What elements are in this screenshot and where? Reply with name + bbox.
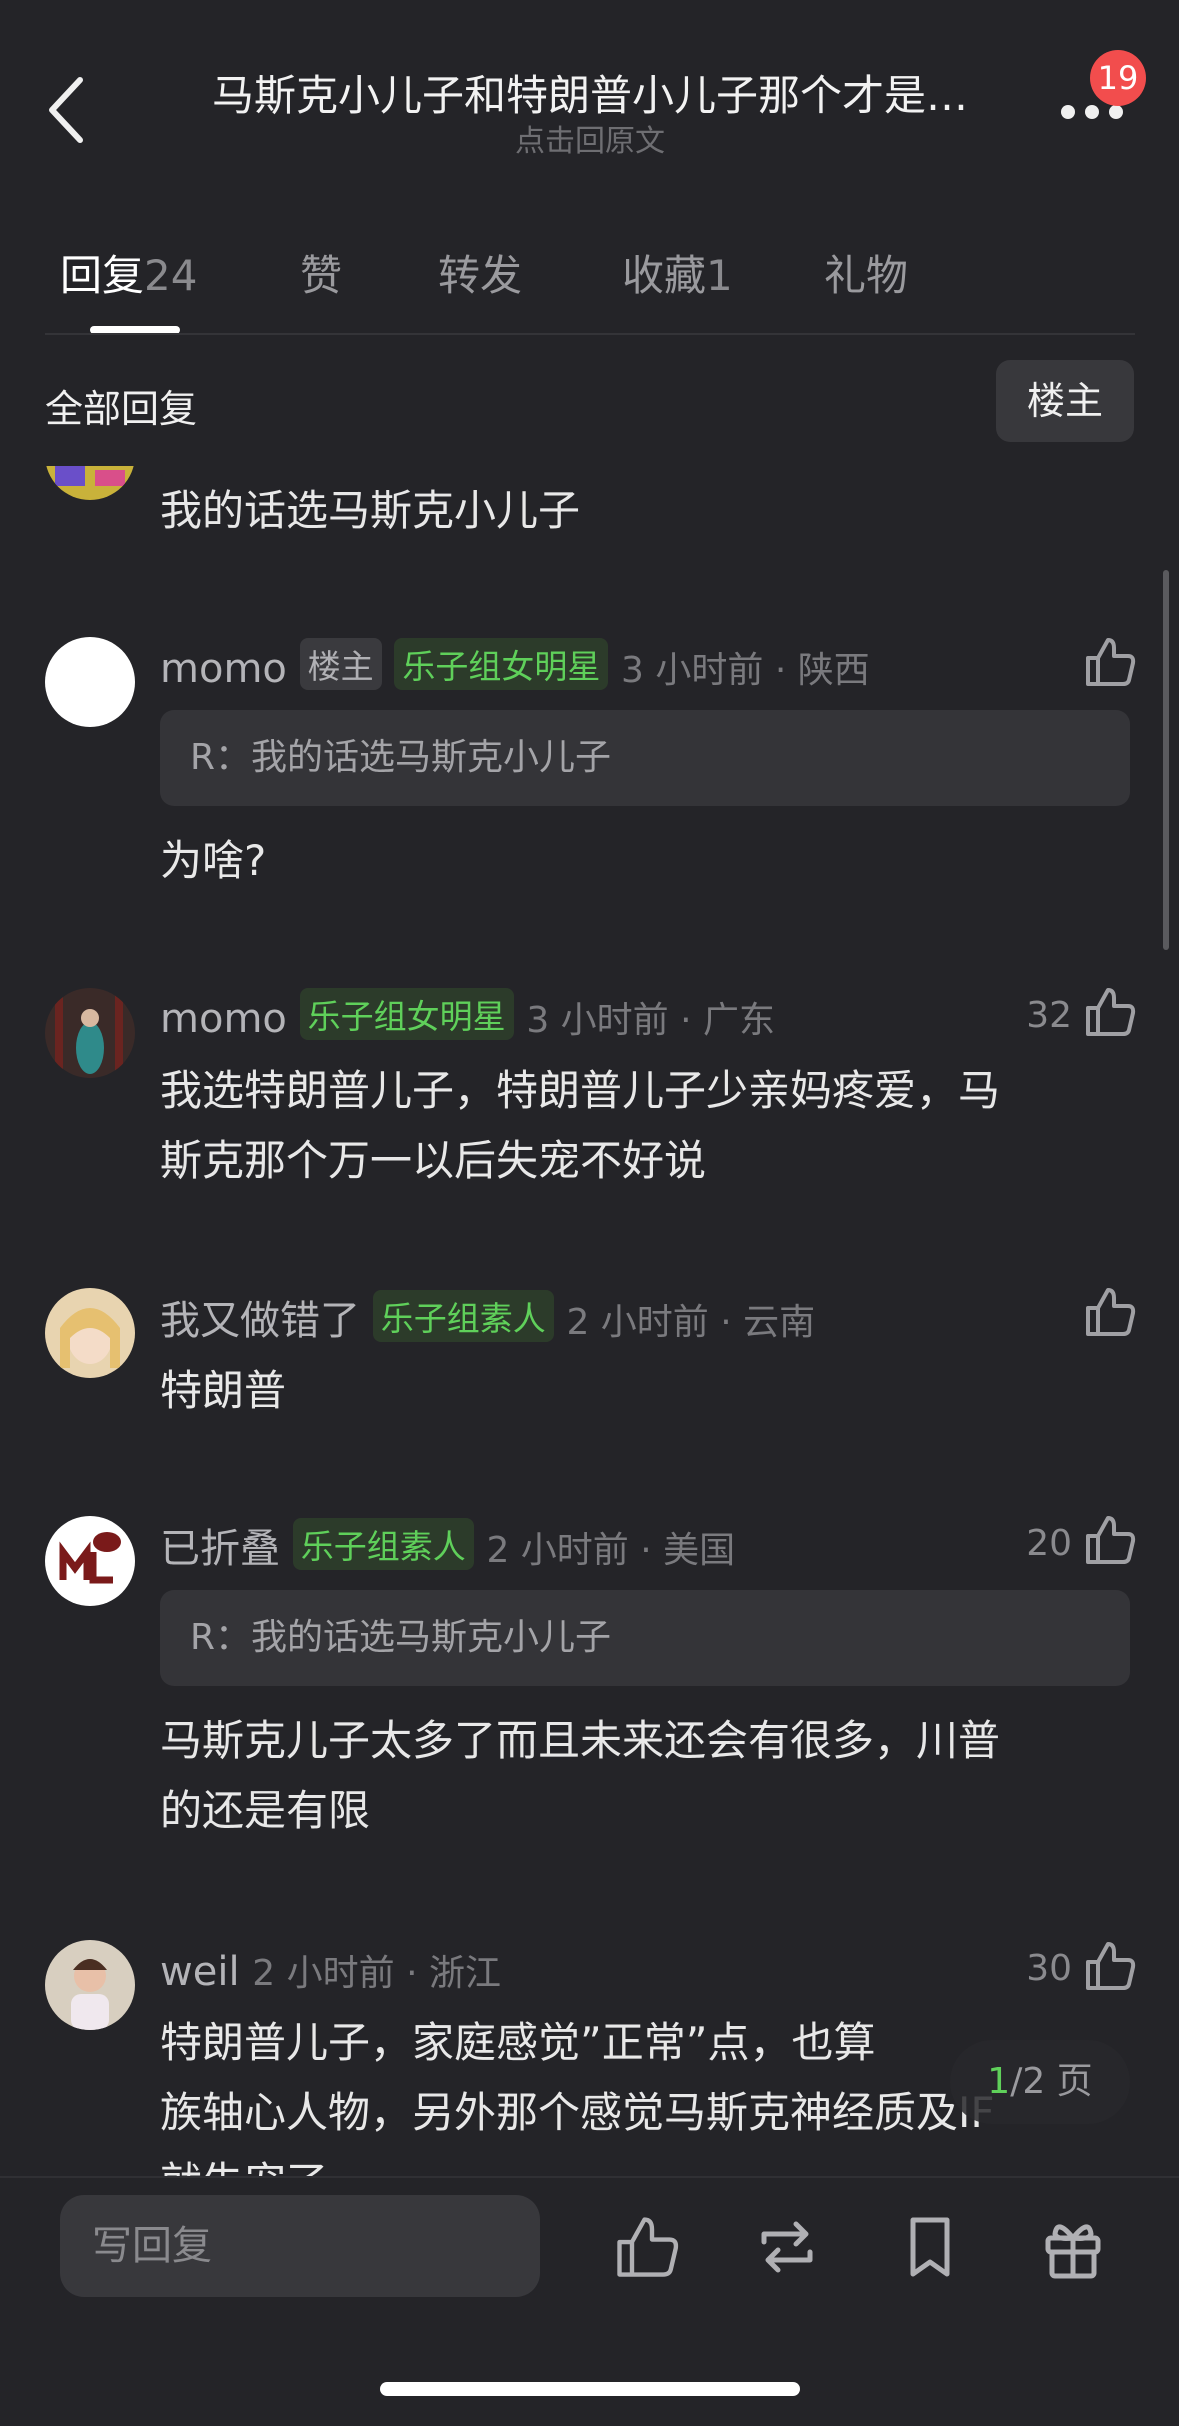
user-tag: 乐子组素人 xyxy=(372,1290,554,1342)
like-count: 30 xyxy=(1026,1948,1072,1989)
avatar[interactable] xyxy=(45,1516,135,1606)
comment-header: 我又做错了 乐子组素人 2 小时前 · 云南 xyxy=(160,1288,815,1346)
repost-icon xyxy=(761,2221,813,2273)
comment-text: 特朗普儿子，家庭感觉”正常”点，也算 xyxy=(160,2018,876,2067)
username[interactable]: momo xyxy=(160,646,287,692)
avatar[interactable] xyxy=(45,1288,135,1378)
username[interactable]: momo xyxy=(160,996,287,1042)
tab-replies[interactable]: 回复24 xyxy=(60,242,197,303)
reply-input[interactable]: 写回复 xyxy=(60,2195,540,2297)
thumbs-up-icon xyxy=(1086,1516,1136,1564)
chevron-left-icon xyxy=(49,77,83,143)
like-button[interactable] xyxy=(1082,1938,1138,1994)
like-button[interactable] xyxy=(1082,1512,1138,1568)
avatar[interactable] xyxy=(45,637,135,727)
thumbs-up-icon xyxy=(617,2217,679,2277)
gift-button[interactable] xyxy=(1038,2212,1108,2282)
username[interactable]: 已折叠 xyxy=(160,1526,280,1572)
comment-text: 我选特朗普儿子，特朗普儿子少亲妈疼爱，马 xyxy=(160,1066,1001,1115)
comment-meta: 2 小时前 · 美国 xyxy=(486,1530,736,1571)
scrollbar[interactable] xyxy=(1163,570,1169,950)
avatar[interactable] xyxy=(45,1940,135,2030)
comment-text: 族轴心人物，另外那个感觉马斯克神经质及IF xyxy=(160,2088,995,2137)
op-badge: 楼主 xyxy=(299,638,382,690)
back-to-original-link[interactable]: 点击回原文 xyxy=(150,116,1030,160)
tab-gifts[interactable]: 礼物 xyxy=(824,242,908,303)
tab-reposts[interactable]: 转发 xyxy=(438,242,522,303)
user-tag: 乐子组女明星 xyxy=(299,988,514,1040)
comment-text: 斯克那个万一以后失宠不好说 xyxy=(160,1136,707,1185)
like-button[interactable] xyxy=(1082,634,1138,690)
like-count: 20 xyxy=(1026,1523,1072,1564)
comment-meta: 3 小时前 · 陕西 xyxy=(621,650,870,691)
quoted-reply[interactable]: R：我的话选马斯克小儿子 xyxy=(160,710,1130,806)
page-indicator[interactable]: 1/2 页 xyxy=(950,2040,1130,2124)
op-only-button[interactable]: 楼主 xyxy=(996,360,1134,442)
comment-meta: 2 小时前 · 浙江 xyxy=(252,1953,501,1994)
comment-text: 为啥? xyxy=(160,836,267,885)
comment-header: momo 乐子组女明星 3 小时前 · 广东 xyxy=(160,988,775,1043)
comment-text: 我的话选马斯克小儿子 xyxy=(160,486,581,535)
comment-text: 特朗普 xyxy=(160,1366,287,1415)
comment-meta: 3 小时前 · 广东 xyxy=(526,1000,775,1041)
favorite-button[interactable] xyxy=(895,2212,965,2282)
thumbs-up-icon xyxy=(1086,988,1136,1036)
like-button[interactable] xyxy=(1082,984,1138,1040)
page-title[interactable]: 马斯克小儿子和特朗普小儿子那个才是… xyxy=(150,62,1030,123)
bookmark-icon xyxy=(910,2217,950,2277)
comment-header: 已折叠 乐子组素人 2 小时前 · 美国 xyxy=(160,1516,735,1574)
tabs-divider xyxy=(45,333,1135,335)
like-button[interactable] xyxy=(1082,1284,1138,1340)
repost-button[interactable] xyxy=(752,2212,822,2282)
back-button[interactable] xyxy=(40,70,100,150)
like-post-button[interactable] xyxy=(612,2212,682,2282)
all-replies-label[interactable]: 全部回复 xyxy=(45,378,197,433)
quoted-reply[interactable]: R：我的话选马斯克小儿子 xyxy=(160,1590,1130,1686)
comment-text: 马斯克儿子太多了而且未来还会有很多，川普 xyxy=(160,1716,1001,1765)
home-indicator xyxy=(380,2382,800,2396)
comment-header: momo 楼主 乐子组女明星 3 小时前 · 陕西 xyxy=(160,638,870,693)
tab-likes[interactable]: 赞 xyxy=(300,242,342,303)
thumbs-up-icon xyxy=(1086,1288,1136,1336)
username[interactable]: 我又做错了 xyxy=(160,1298,360,1344)
comment-text: 的还是有限 xyxy=(160,1786,371,1835)
notification-badge: 19 xyxy=(1090,50,1146,106)
gift-icon xyxy=(1045,2224,1101,2279)
thumbs-up-icon xyxy=(1086,638,1136,686)
comment-meta: 2 小时前 · 云南 xyxy=(566,1302,816,1343)
user-tag: 乐子组素人 xyxy=(292,1518,474,1570)
user-tag: 乐子组女明星 xyxy=(394,638,609,690)
tab-favorites[interactable]: 收藏1 xyxy=(622,242,733,303)
thumbs-up-icon xyxy=(1086,1942,1136,1990)
avatar[interactable] xyxy=(45,988,135,1078)
username[interactable]: weil xyxy=(160,1949,240,1995)
comment-header: weil 2 小时前 · 浙江 xyxy=(160,1944,501,1996)
like-count: 32 xyxy=(1026,995,1072,1036)
